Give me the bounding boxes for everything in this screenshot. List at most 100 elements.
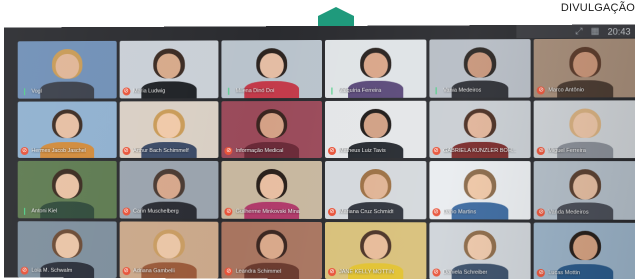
participant-name: Valquíria Ferreira (339, 87, 381, 93)
participant-name: Informação Medical (236, 148, 284, 154)
mic-muted-icon: ⊘ (122, 267, 130, 275)
participant-tile[interactable]: ⊘ Miguel Ferreira (534, 100, 635, 158)
participant-face (573, 174, 598, 200)
participant-tile[interactable]: ⊘ Arthur Bach Schimmelf (119, 101, 218, 158)
participant-tile[interactable]: ❙ Antoni Kiel (18, 161, 117, 218)
participant-name: GABRIELA KUNZLER BOH... (443, 148, 516, 154)
participant-name-tag: ⊘ Carin Muschelberg (122, 207, 217, 215)
mic-muted-icon: ⊘ (328, 147, 336, 155)
mic-muted-icon: ⊘ (21, 267, 29, 275)
participant-name-tag: ⊘ Matheus Luiz Tavis (328, 147, 424, 155)
participant-name-tag: ⊘ Informação Medical (225, 147, 320, 155)
participant-face (363, 234, 387, 259)
participant-name: Hermes Jacob Jaschel (31, 148, 85, 154)
participant-name: Adriana Gambelli (133, 268, 175, 274)
participant-face (157, 234, 181, 259)
participant-name-tag: ⊘ Vanda Medeiros (537, 208, 635, 216)
mic-muted-icon: ⊘ (537, 269, 545, 277)
participant-face (55, 233, 79, 258)
participant-name-tag: ⊘ Dario Martins (432, 208, 529, 216)
participant-name: Leandra Schimmel (236, 269, 282, 275)
participant-face (55, 114, 79, 139)
mic-active-icon: ❙ (225, 87, 233, 95)
participant-name: Carin Muschelberg (133, 208, 179, 214)
participant-face (157, 113, 181, 138)
participant-tile[interactable]: ⊘ Marco Antônio (534, 39, 635, 97)
participant-tile[interactable]: ⊘ Maria Ludwig (119, 40, 218, 97)
screen-top-bar: ⤢ ▦ 20:43 (516, 24, 635, 38)
participant-tile[interactable]: ⊘ Hermes Jacob Jaschel (18, 101, 117, 158)
participant-name: JANE KELLY MOTTIN (339, 269, 394, 275)
participant-face (363, 113, 387, 138)
participant-name-tag: ⊘ GABRIELA KUNZLER BOH... (432, 147, 529, 155)
mic-muted-icon: ⊘ (537, 208, 545, 216)
participant-tile[interactable]: ⊘ Informação Medical (222, 100, 322, 158)
mic-muted-icon: ⊘ (328, 268, 336, 276)
participant-tile[interactable]: ⊘ Lucas Mottin (534, 222, 635, 279)
mic-muted-icon: ⊘ (122, 207, 130, 215)
participant-name-tag: ⊘ Leandra Schimmel (225, 268, 320, 276)
participant-name: Matheus Luiz Tavis (339, 148, 386, 154)
video-call-screen: ⤢ ▦ 20:43 ❙ Vogl ⊘ Maria Ludwig ❙ Milena Dinó… (4, 24, 635, 279)
mic-muted-icon: ⊘ (432, 208, 440, 216)
participant-tile[interactable]: ⊘ Guilherme Minkovski Mina (222, 161, 322, 219)
participant-name-tag: ⊘ Lucas Mottin (537, 269, 635, 278)
participant-tile[interactable]: ⊘ Matheus Luiz Tavis (325, 100, 426, 158)
participant-tile[interactable]: ❙ Vania Medeiros (429, 39, 531, 97)
participant-face (260, 234, 284, 259)
participant-tile[interactable]: ⊘ Carin Muschelberg (119, 161, 218, 218)
clock: 20:43 (608, 26, 631, 36)
participant-name-tag: ⊘ Daniela Schreiber (432, 269, 529, 277)
mic-active-icon: ❙ (432, 86, 440, 94)
participant-name: Maria Ludwig (133, 88, 165, 94)
participant-name: Miguel Ferreira (548, 148, 586, 154)
participant-name: Milena Dinó Doi (236, 88, 275, 94)
mic-active-icon: ❙ (21, 87, 29, 95)
participant-tile[interactable]: ⊘ Vanda Medeiros (534, 161, 635, 219)
participant-tile[interactable]: ⊘ GABRIELA KUNZLER BOH... (429, 100, 531, 158)
participant-tile[interactable]: ⊘ Dario Martins (429, 161, 531, 219)
mic-muted-icon: ⊘ (432, 269, 440, 277)
participant-tile[interactable]: ⊘ Adriana Gambelli (119, 221, 218, 279)
participant-face (468, 235, 492, 261)
participant-name: Arthur Bach Schimmelf (133, 148, 189, 154)
participant-name-tag: ⊘ Marco Antônio (537, 86, 635, 94)
participant-name: Vanda Medeiros (548, 209, 588, 215)
grid-view-icon[interactable]: ▦ (591, 26, 600, 37)
mic-muted-icon: ⊘ (328, 208, 336, 216)
participant-face (55, 54, 79, 79)
participant-name-tag: ⊘ Lola M. Schwalm (21, 267, 115, 275)
participant-tile[interactable]: ⊘ Daniela Schreiber (429, 222, 531, 279)
participant-tile[interactable]: ❙ Valquíria Ferreira (325, 40, 426, 98)
participant-face (573, 235, 598, 261)
participant-name: Vania Medeiros (443, 87, 481, 93)
participant-name: Lola M. Schwalm (31, 268, 72, 274)
participant-face (260, 113, 284, 138)
participant-face (573, 52, 598, 78)
participant-name-tag: ⊘ Guilherme Minkovski Mina (225, 207, 320, 215)
participant-tile[interactable]: ⊘ Leandra Schimmel (222, 221, 322, 279)
participant-name-tag: ❙ Vania Medeiros (432, 86, 529, 94)
participant-name-tag: ❙ Valquíria Ferreira (328, 86, 424, 94)
participant-name-tag: ⊘ Hermes Jacob Jaschel (21, 147, 115, 155)
photo-credit: DIVULGAÇÃO (561, 2, 635, 14)
participant-grid: ❙ Vogl ⊘ Maria Ludwig ❙ Milena Dinó Doi ❙ Valqu… (18, 39, 635, 279)
participant-face (573, 113, 598, 139)
participant-name: Vogl (31, 88, 41, 94)
participant-name-tag: ⊘ Miguel Ferreira (537, 147, 635, 155)
participant-face (363, 174, 387, 199)
participant-name-tag: ⊘ Adriana Gambelli (122, 267, 217, 275)
mic-muted-icon: ⊘ (21, 147, 29, 155)
expand-icon[interactable]: ⤢ (575, 26, 582, 37)
mic-muted-icon: ⊘ (537, 147, 545, 155)
participant-tile[interactable]: ❙ Milena Dinó Doi (222, 40, 322, 98)
participant-tile[interactable]: ⊘ Lola M. Schwalm (18, 221, 117, 278)
participant-tile[interactable]: ⊘ Mariana Cruz Schmidt (325, 161, 426, 219)
participant-face (468, 174, 492, 199)
mic-active-icon: ❙ (328, 86, 336, 94)
participant-tile[interactable]: ⊘ JANE KELLY MOTTIN (325, 222, 426, 279)
mic-muted-icon: ⊘ (225, 207, 233, 215)
participant-name-tag: ❙ Milena Dinó Doi (225, 86, 320, 94)
participant-face (157, 174, 181, 199)
participant-tile[interactable]: ❙ Vogl (18, 41, 117, 98)
